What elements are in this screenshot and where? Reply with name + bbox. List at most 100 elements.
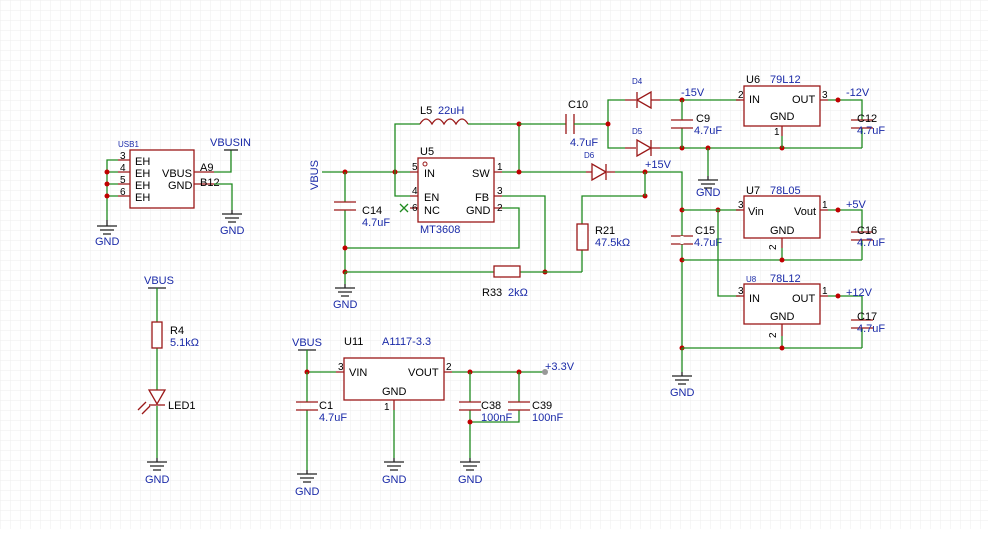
svg-text:OUT: OUT [792, 293, 816, 305]
svg-text:GND: GND [458, 474, 483, 486]
c14-ref: C14 [362, 205, 382, 217]
l5-value: 22uH [438, 105, 464, 117]
svg-text:GND: GND [696, 187, 721, 199]
svg-text:1: 1 [774, 127, 780, 138]
schematic-canvas: USB1 EH EH EH EH VBUS GND 3 4 5 6 A9 B12… [0, 0, 988, 529]
c12-value: 4.7uF [857, 125, 885, 137]
svg-text:GND: GND [145, 474, 170, 486]
u6-value: 79L12 [770, 74, 801, 86]
usb1-eh-4: EH [135, 192, 150, 204]
gnd-neg: GND [696, 176, 721, 199]
u8-value: 78L12 [770, 273, 801, 285]
svg-text:OUT: OUT [792, 94, 816, 106]
svg-text:VOUT: VOUT [408, 367, 439, 379]
svg-text:4: 4 [120, 163, 126, 174]
svg-text:5: 5 [412, 162, 418, 173]
c12-ref: C12 [857, 113, 877, 125]
svg-text:3: 3 [738, 286, 744, 297]
svg-text:2: 2 [768, 244, 779, 250]
usb1-ref: USB1 [118, 140, 139, 149]
ldo-vbus-label: VBUS [292, 337, 322, 349]
plus3v3-label: +3.3V [545, 361, 575, 373]
svg-text:1: 1 [822, 200, 828, 211]
svg-text:GND: GND [220, 225, 245, 237]
c15-ref: C15 [695, 225, 715, 237]
plus12v-label: +12V [846, 287, 873, 299]
svg-text:GND: GND [333, 299, 358, 311]
svg-text:GND: GND [670, 387, 695, 399]
vbus-vertical-label: VBUS [309, 160, 321, 190]
r4-value: 5.1kΩ [170, 337, 199, 349]
svg-text:3: 3 [738, 200, 744, 211]
svg-text:GND: GND [466, 205, 491, 217]
svg-text:GND: GND [382, 474, 407, 486]
svg-text:2: 2 [446, 362, 452, 373]
r21-ref: R21 [595, 225, 615, 237]
c14-value: 4.7uF [362, 217, 390, 229]
led1-ref: LED1 [168, 400, 196, 412]
u6-ref: U6 [746, 74, 760, 86]
svg-text:2: 2 [768, 332, 779, 338]
svg-text:Vout: Vout [794, 206, 816, 218]
svg-text:VIN: VIN [349, 367, 367, 379]
c16-ref: C16 [857, 225, 877, 237]
svg-text:FB: FB [475, 192, 489, 204]
u7-value: 78L05 [770, 185, 801, 197]
u5-ref: U5 [420, 146, 434, 158]
svg-text:GND: GND [770, 111, 795, 123]
c38-value: 100nF [481, 412, 512, 424]
schematic-svg: USB1 EH EH EH EH VBUS GND 3 4 5 6 A9 B12… [0, 0, 988, 529]
c9-value: 4.7uF [694, 125, 722, 137]
usb1-eh-3: EH [135, 180, 150, 192]
r21-value: 47.5kΩ [595, 237, 630, 249]
u8-ref: U8 [746, 275, 757, 284]
svg-text:1: 1 [384, 402, 390, 413]
plus15v-label: +15V [645, 159, 672, 171]
svg-text:2: 2 [738, 90, 744, 101]
minus12v-label: -12V [846, 87, 870, 99]
svg-text:NC: NC [424, 205, 440, 217]
svg-text:GND: GND [95, 236, 120, 248]
svg-text:IN: IN [424, 168, 435, 180]
svg-text:6: 6 [120, 187, 126, 198]
svg-text:GND: GND [295, 486, 320, 498]
svg-text:D5: D5 [632, 127, 643, 136]
c16-value: 4.7uF [857, 237, 885, 249]
vbusin-net-label: VBUSIN [210, 137, 251, 149]
svg-text:IN: IN [749, 94, 760, 106]
svg-text:D4: D4 [632, 77, 643, 86]
led-vbus-label: VBUS [144, 275, 174, 287]
c38-ref: C38 [481, 400, 501, 412]
c39-value: 100nF [532, 412, 563, 424]
c17-value: 4.7uF [857, 323, 885, 335]
u7-ref: U7 [746, 185, 760, 197]
svg-text:GND: GND [770, 311, 795, 323]
svg-text:EN: EN [424, 192, 439, 204]
svg-text:5: 5 [120, 175, 126, 186]
usb1-a9: A9 [200, 162, 213, 174]
svg-text:1: 1 [822, 286, 828, 297]
plus5v-label: +5V [846, 199, 867, 211]
svg-text:D6: D6 [584, 151, 595, 160]
u5-mt3608-ic[interactable]: U5 IN SW EN FB NC GND MT3608 5 4 6 1 3 2 [410, 146, 503, 236]
usb1-vbus-pin: VBUS [162, 168, 192, 180]
c1-value: 4.7uF [319, 412, 347, 424]
minus15v-label: -15V [681, 87, 705, 99]
c39-ref: C39 [532, 400, 552, 412]
svg-text:4: 4 [412, 186, 418, 197]
c10-ref: C10 [568, 99, 588, 111]
u11-ref: U11 [344, 336, 363, 348]
c9-ref: C9 [696, 113, 710, 125]
usb1-b12: B12 [200, 177, 220, 189]
c1-ref: C1 [319, 400, 333, 412]
svg-text:IN: IN [749, 293, 760, 305]
u5-value: MT3608 [420, 224, 460, 236]
l5-ref: L5 [420, 105, 432, 117]
usb1-eh-2: EH [135, 168, 150, 180]
usb1-gnd-pin: GND [168, 180, 193, 192]
svg-text:3: 3 [822, 90, 828, 101]
c10-value: 4.7uF [570, 137, 598, 149]
r33-ref: R33 [482, 287, 502, 299]
r4-ref: R4 [170, 325, 184, 337]
u11-value: A1117-3.3 [382, 336, 431, 348]
